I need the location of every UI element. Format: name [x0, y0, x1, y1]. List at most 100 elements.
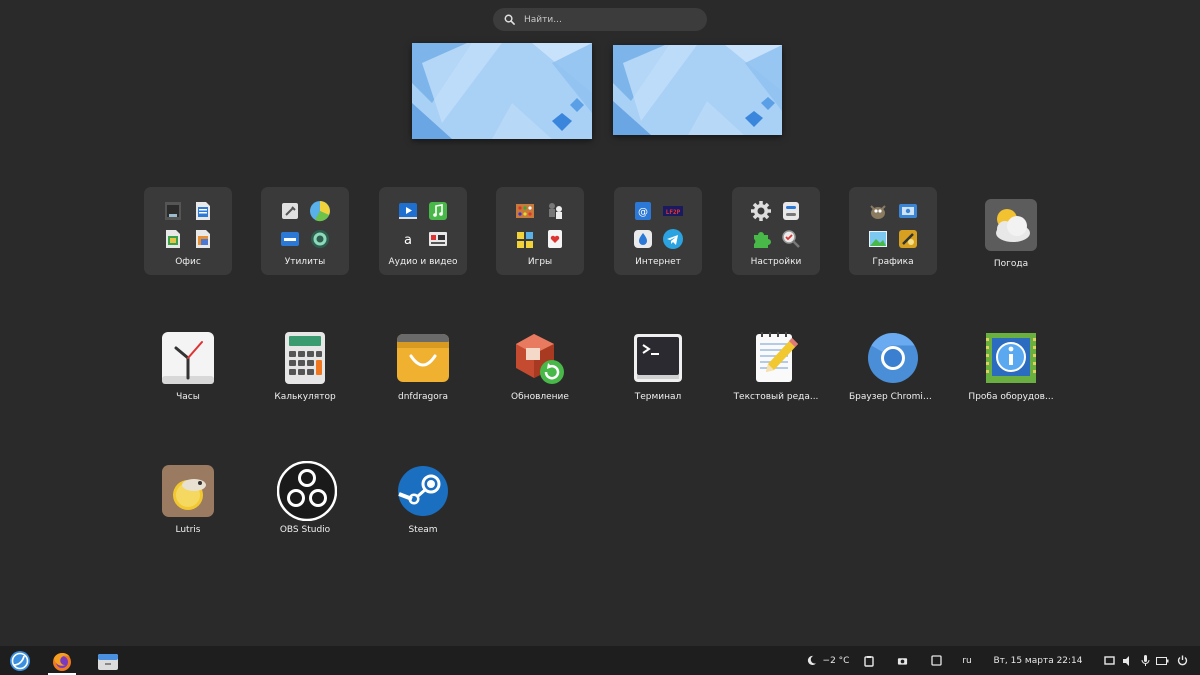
folder-settings[interactable]: Настройки: [732, 187, 820, 275]
power-icon[interactable]: [1174, 646, 1190, 675]
folder-audio-video[interactable]: a Аудио и видео: [379, 187, 467, 275]
keyboard-layout[interactable]: ru: [958, 646, 976, 675]
obs-icon: [277, 461, 337, 521]
search-bar[interactable]: [493, 8, 707, 31]
folder-label: Офис: [175, 257, 201, 267]
app-obs-studio[interactable]: OBS Studio: [261, 453, 349, 541]
workspace-thumbnail-1[interactable]: [412, 43, 592, 139]
app-label: Калькулятор: [274, 392, 336, 402]
chess-icon: [549, 203, 562, 219]
wallpaper-image: [613, 45, 782, 135]
app-dnfdragora[interactable]: dnfdragora: [379, 320, 467, 408]
folder-utilities[interactable]: Утилиты: [261, 187, 349, 275]
app-label: dnfdragora: [398, 392, 448, 402]
video-editor-icon: [429, 232, 447, 246]
update-icon: [516, 334, 564, 384]
folder-graphics[interactable]: Графика: [849, 187, 937, 275]
folder-label: Настройки: [750, 257, 802, 267]
night-mode-icon[interactable]: [804, 646, 818, 675]
workspace-indicator-icon[interactable]: [929, 646, 943, 675]
tetris-icon: [517, 232, 533, 248]
calc-sheet-icon: [166, 230, 180, 248]
screenshot-tray-icon[interactable]: [895, 646, 909, 675]
clipboard-icon[interactable]: [862, 646, 876, 675]
gimp-icon: [870, 205, 886, 219]
app-lutris[interactable]: Lutris: [144, 453, 232, 541]
app-clock[interactable]: Часы: [144, 320, 232, 408]
app-terminal[interactable]: Терминал: [614, 320, 702, 408]
folder-label: Утилиты: [284, 257, 326, 267]
menu-logo-icon: [10, 650, 30, 671]
telegram-icon: [663, 229, 683, 249]
clock-icon: [162, 332, 214, 384]
app-label: Терминал: [634, 392, 682, 402]
app-label: Погода: [993, 259, 1029, 269]
clock-button[interactable]: Вт, 15 марта 22:14: [993, 646, 1083, 675]
system-tool-icon: [282, 203, 298, 219]
video-player-icon: [399, 203, 417, 219]
music-player-icon: [429, 202, 447, 220]
drop-icon: [634, 230, 652, 248]
folder-office[interactable]: Офис: [144, 187, 232, 275]
lf2p-icon: LF2P: [663, 206, 683, 216]
app-label: Часы: [176, 392, 200, 402]
terminal-icon: [634, 334, 682, 382]
app-hardware-probe[interactable]: Проба оборудов...: [967, 320, 1055, 408]
impress-icon: [196, 230, 210, 248]
app-weather[interactable]: Погода: [967, 187, 1055, 275]
writer-icon: [196, 202, 210, 220]
app-label: Проба оборудов...: [968, 392, 1054, 402]
folder-label: Графика: [872, 257, 914, 267]
folder-internet[interactable]: @ LF2P Интернет: [614, 187, 702, 275]
search-input[interactable]: [524, 14, 694, 25]
files-icon: [98, 653, 118, 670]
hardware-probe-icon: [986, 333, 1036, 383]
search-icon: [504, 14, 515, 25]
audacious-icon: a: [399, 230, 417, 248]
taskbar-files[interactable]: [92, 646, 124, 675]
svg-text:@: @: [638, 207, 648, 218]
app-menu-button[interactable]: [4, 646, 36, 675]
volume-icon[interactable]: [1120, 646, 1134, 675]
wallpaper-image: [412, 43, 592, 139]
weather-temperature: −2 °C: [822, 655, 850, 666]
app-chromium[interactable]: Браузер Chromiu...: [849, 320, 937, 408]
display-icon[interactable]: [1102, 646, 1116, 675]
photo-editor-icon: [899, 230, 917, 248]
app-label: Lutris: [175, 525, 201, 535]
office-app-icon: [165, 202, 181, 220]
app-label: Steam: [408, 525, 438, 535]
board-game-icon: [516, 204, 534, 218]
workspace-thumbnail-2[interactable]: [613, 45, 782, 135]
text-editor-icon: [756, 332, 798, 382]
mail-client-icon: @: [635, 202, 651, 220]
app-label: OBS Studio: [279, 525, 331, 535]
folder-games[interactable]: Игры: [496, 187, 584, 275]
steam-icon: [398, 466, 448, 516]
firefox-icon: [53, 652, 71, 671]
weather-indicator[interactable]: −2 °C: [820, 646, 852, 675]
microphone-icon[interactable]: [1138, 646, 1152, 675]
taskbar-firefox[interactable]: [44, 646, 80, 675]
tweaks-icon: [783, 202, 799, 220]
dnfdragora-icon: [397, 334, 449, 382]
battery-icon[interactable]: [1154, 646, 1170, 675]
app-label: Браузер Chromiu...: [849, 392, 937, 402]
app-update[interactable]: Обновление: [496, 320, 584, 408]
keyboard-layout-label: ru: [962, 655, 972, 666]
extensions-icon: [754, 232, 771, 248]
app-label: Текстовый реда...: [733, 392, 819, 402]
backup-icon: [311, 230, 329, 248]
disks-icon: [281, 232, 299, 246]
taskbar: −2 °C ru Вт, 15 марта 22:14: [0, 646, 1200, 675]
app-calculator[interactable]: Калькулятор: [261, 320, 349, 408]
troubleshoot-icon: [782, 230, 800, 248]
folder-label: Интернет: [635, 257, 681, 267]
disk-usage-icon: [310, 201, 330, 222]
calculator-icon: [285, 332, 325, 384]
weather-icon: [985, 199, 1037, 251]
svg-text:a: a: [404, 233, 412, 248]
app-text-editor[interactable]: Текстовый реда...: [732, 320, 820, 408]
app-steam[interactable]: Steam: [379, 453, 467, 541]
folder-label: Аудио и видео: [388, 257, 458, 267]
